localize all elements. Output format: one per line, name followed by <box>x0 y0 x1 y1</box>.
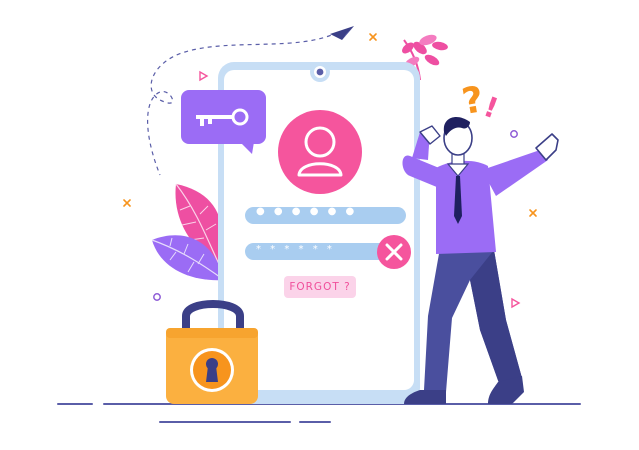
user-avatar-icon <box>278 110 362 194</box>
password-mask: * * * * * * <box>256 244 335 255</box>
forgot-password-button[interactable]: FORGOT ? <box>284 276 356 298</box>
confused-man-figure <box>402 117 559 404</box>
forgot-password-illustration: ? ! ● ● ● ● ● ● * * * * * * FORGOT ? <box>0 0 639 450</box>
username-mask: ● ● ● ● ● ● <box>256 206 358 217</box>
ground-lines <box>57 403 581 423</box>
tropical-leaves <box>151 183 225 281</box>
paper-plane-icon <box>330 26 354 40</box>
